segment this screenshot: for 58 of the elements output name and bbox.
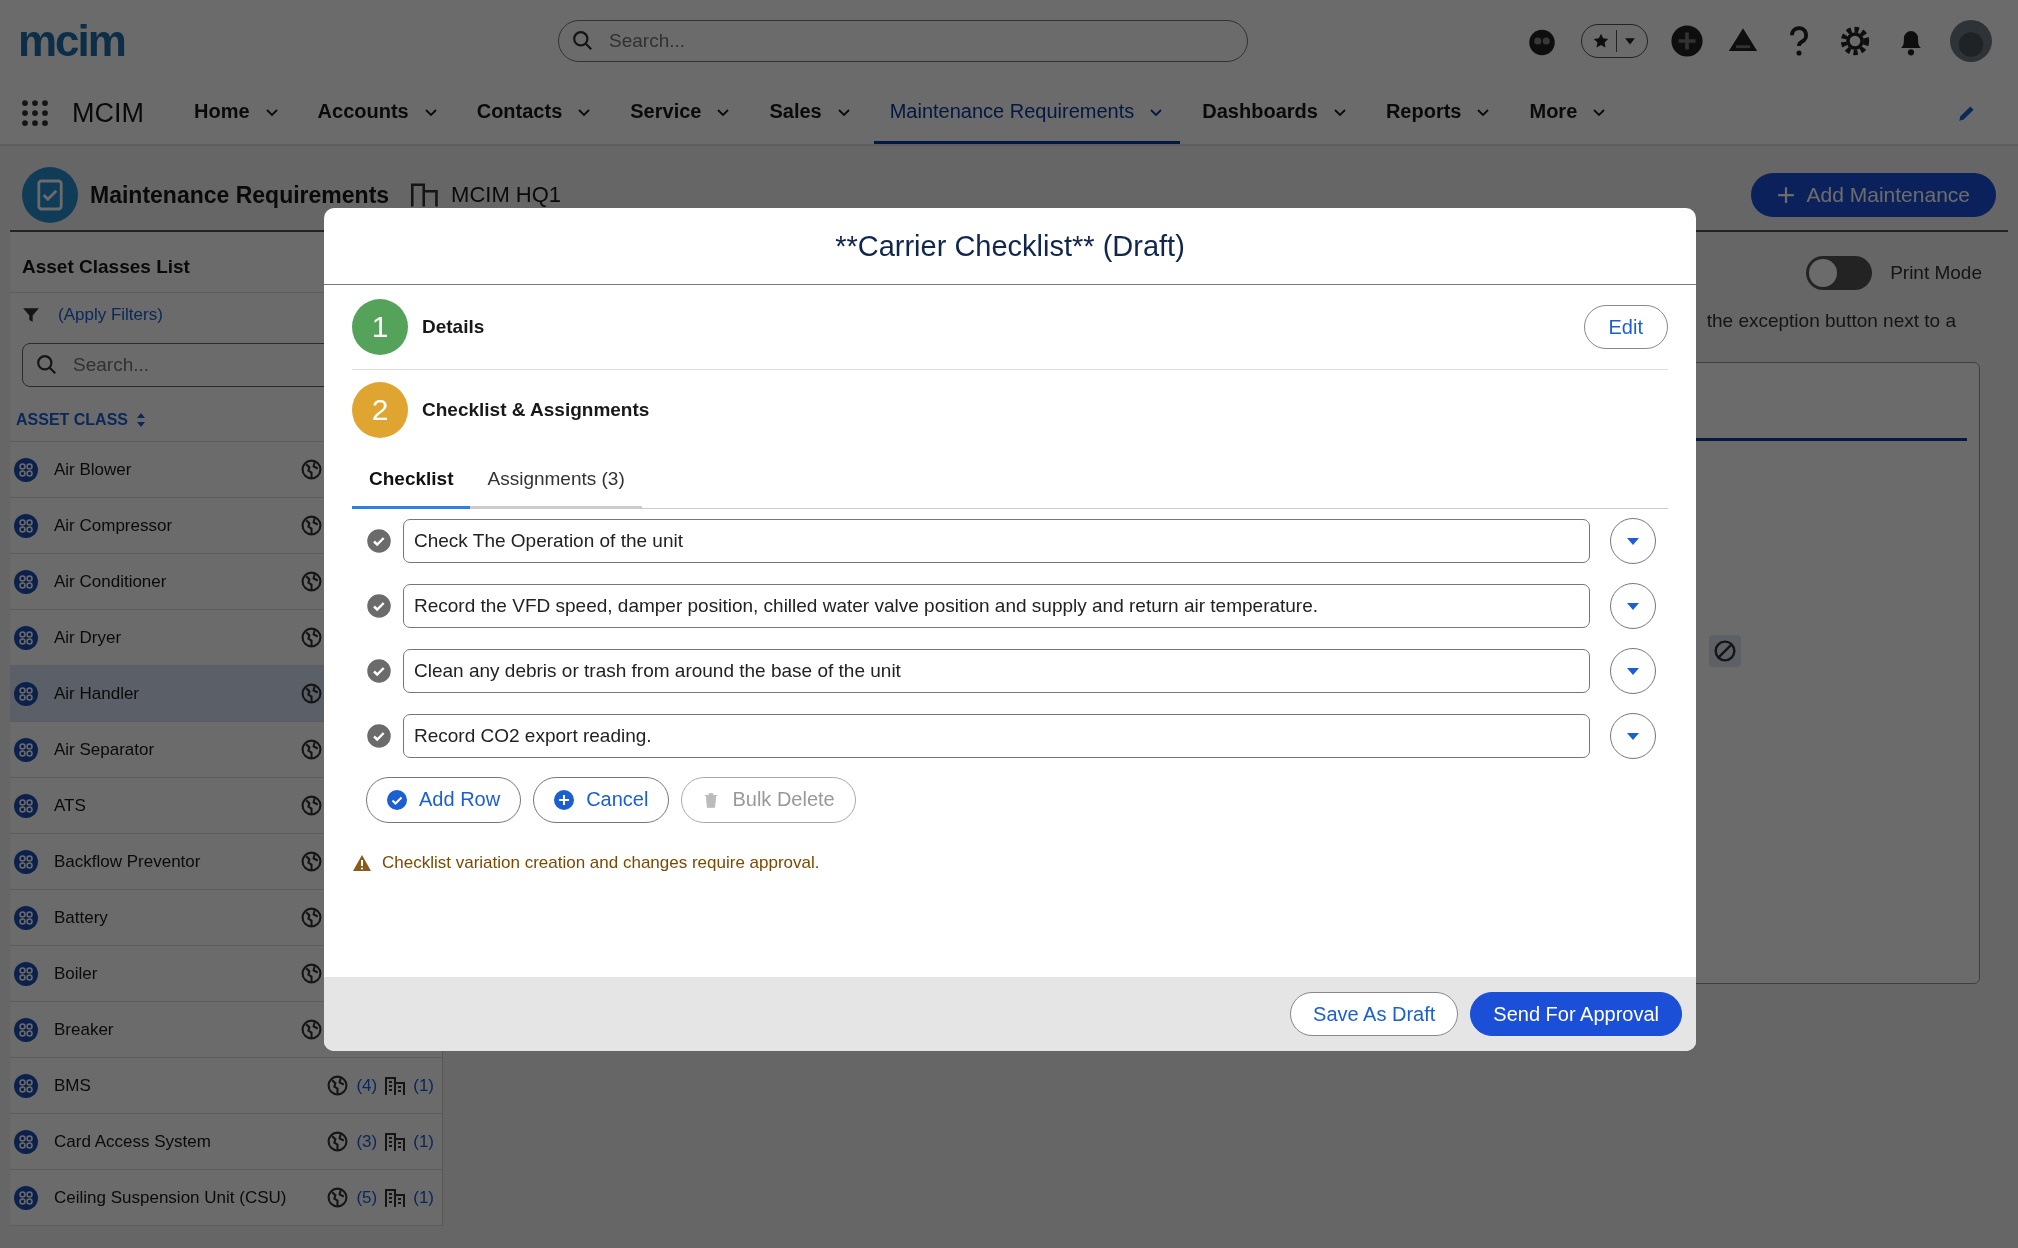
location-label: MCIM HQ1 (451, 182, 562, 208)
nav-tab[interactable]: Sales (753, 82, 868, 144)
count-label: (5) (356, 1187, 378, 1208)
asset-class-item[interactable]: BMS (4) (1) (10, 1058, 442, 1114)
hint-text: the exception button next to a (1706, 310, 1956, 332)
apply-filters-link[interactable]: (Apply Filters) (58, 305, 163, 325)
nav-tab[interactable]: More (1513, 82, 1624, 144)
asset-class-name: Air Conditioner (54, 571, 167, 592)
checklist-item-field[interactable]: Clean any debris or trash from around the base of the unit (403, 649, 1590, 693)
nav-tab[interactable]: Home (178, 82, 296, 144)
nav-tab[interactable]: Reports (1369, 82, 1508, 144)
nav-tab[interactable]: Service (614, 82, 748, 144)
asset-class-name: Boiler (54, 963, 98, 984)
search-field[interactable]: Search... (558, 20, 1248, 62)
add-maintenance-button[interactable]: Add Maintenance (1750, 173, 1996, 217)
tab[interactable]: Checklist (352, 454, 471, 509)
asset-class-name: BMS (54, 1075, 91, 1096)
asset-class-name: Battery (54, 907, 108, 928)
asset-class-item[interactable]: Ceiling Suspension Unit (CSU) (5) (1) (10, 1170, 442, 1226)
app-name: MCIM (72, 97, 144, 129)
step-number: 2 (352, 382, 408, 438)
asset-class-name: Air Handler (54, 683, 140, 704)
asset-class-name: Air Compressor (54, 515, 173, 536)
asset-class-name: Air Separator (54, 739, 155, 760)
checklist-item-field[interactable]: Record CO2 export reading. (403, 714, 1590, 758)
asset-class-item[interactable]: Card Access System (3) (1) (10, 1114, 442, 1170)
step-title: Details (422, 316, 485, 338)
asset-class-name: Air Blower (54, 459, 132, 480)
count-label: (1) (413, 1075, 434, 1096)
add-row-button[interactable]: Add Row (366, 776, 522, 823)
nav-tab[interactable]: Accounts (301, 82, 455, 144)
save-draft-button[interactable]: Save As Draft (1290, 992, 1459, 1036)
cancel-button[interactable]: Cancel (533, 776, 670, 823)
asset-class-name: ATS (54, 795, 86, 816)
step-number: 1 (352, 299, 408, 355)
asset-class-name: Backflow Preventor (54, 851, 201, 872)
tab[interactable]: Assignments (3) (470, 454, 642, 509)
asset-class-name: Ceiling Suspension Unit (CSU) (54, 1187, 287, 1208)
count-label: (1) (413, 1187, 434, 1208)
page-title: Maintenance Requirements (90, 181, 390, 209)
toggle-label: Print Mode (1890, 262, 1982, 284)
checklist-item-field[interactable]: Check The Operation of the unit (403, 519, 1590, 563)
count-label: (1) (413, 1131, 434, 1152)
asset-class-name: Air Dryer (54, 627, 122, 648)
checklist-item-field[interactable]: Record the VFD speed, damper position, chilled water valve position and supply and return air temperature. (403, 584, 1590, 628)
nav-tab[interactable]: Maintenance Requirements (873, 82, 1181, 144)
count-label: (3) (356, 1131, 378, 1152)
asset-class-name: Card Access System (54, 1131, 211, 1152)
logo: mcim (18, 16, 126, 66)
nav-tab[interactable]: Contacts (460, 82, 609, 144)
send-for-approval-button[interactable]: Send For Approval (1470, 992, 1682, 1036)
nav-tab[interactable]: Dashboards (1186, 82, 1364, 144)
edit-button[interactable]: Edit (1583, 305, 1668, 349)
step-title: Checklist & Assignments (422, 399, 650, 421)
dialog-title: **Carrier Checklist** (Draft) (324, 208, 1696, 285)
column-header[interactable]: ASSET CLASS (16, 411, 128, 429)
count-label: (4) (356, 1075, 378, 1096)
asset-class-name: Breaker (54, 1019, 114, 1040)
